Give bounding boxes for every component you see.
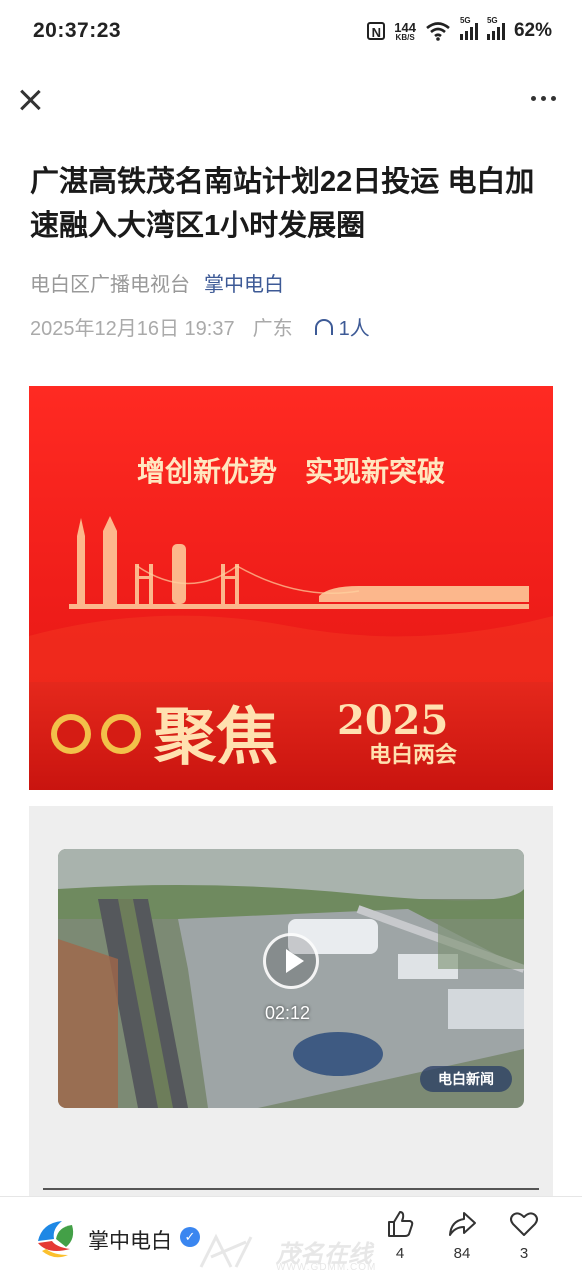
section-divider (43, 1188, 539, 1190)
heart-icon (510, 1212, 538, 1236)
play-icon[interactable] (263, 933, 319, 989)
banner-subtitle: 电白两会 (369, 742, 457, 768)
watermark-logo (199, 1233, 253, 1268)
publisher-logo[interactable] (32, 1215, 78, 1261)
status-bar: 20:37:23 N 144 KB/S 5G 5G 62% (0, 0, 582, 62)
headphones-icon (314, 318, 333, 335)
banner-year: 2025 (337, 697, 448, 744)
video-duration: 02:12 (265, 1003, 311, 1023)
banner-big-text: 聚焦 (153, 700, 278, 773)
favorite-count: 3 (519, 1245, 529, 1262)
battery-level: 62% (513, 20, 552, 41)
article-meta-row: 2025年12月16日 19:37 广东 1人 (30, 312, 370, 341)
article-source: 电白区广播电视台 (30, 274, 190, 296)
signal-icon-sim1: 5G (459, 16, 478, 40)
publisher-name[interactable]: 掌中电白 (88, 1225, 172, 1255)
more-options-icon[interactable] (531, 96, 556, 101)
top-bar (0, 82, 582, 122)
nfc-icon: N (367, 22, 386, 40)
article-location: 广东 (252, 318, 293, 340)
video-player[interactable]: 02:12 电白新闻 (58, 849, 524, 1108)
video-channel-logo: 电白新闻 (420, 1066, 512, 1092)
status-time: 20:37:23 (33, 19, 122, 42)
article-date: 2025年12月16日 19:37 (30, 318, 235, 340)
watermark-url: WWW.GDMM.COM (276, 1262, 377, 1273)
network-type-2: 5G (486, 16, 498, 25)
speed-value: 144 (394, 19, 416, 35)
article-title: 广湛高铁茂名南站计划22日投运 电白加速融入大湾区1小时发展圈 (30, 166, 535, 242)
banner-image: 增创新优势 实现新突破 聚焦 2025 电白两会 (29, 386, 553, 790)
banner-slogan: 增创新优势 实现新突破 (137, 455, 445, 488)
share-icon (449, 1212, 476, 1236)
wifi-icon (426, 22, 450, 41)
favorite-button[interactable]: 3 (502, 1209, 546, 1262)
account-link[interactable]: 掌中电白 (204, 274, 284, 296)
listen-count[interactable]: 1人 (314, 312, 370, 341)
watermark: 茂名在线 WWW.GDMM.COM (196, 1232, 396, 1276)
speed-unit: KB/S (395, 32, 415, 42)
share-button[interactable]: 84 (440, 1209, 484, 1262)
share-count: 84 (453, 1245, 471, 1262)
close-icon[interactable] (16, 86, 44, 114)
status-icons: N 144 KB/S 5G 5G 62% (367, 16, 552, 42)
article-source-row: 电白区广播电视台 掌中电白 (30, 268, 284, 297)
video-card: 02:12 电白新闻 (29, 806, 553, 1196)
network-type-1: 5G (459, 16, 471, 25)
listener-count: 1人 (338, 318, 370, 340)
signal-icon-sim2: 5G (486, 16, 505, 40)
network-speed: 144 KB/S (394, 21, 416, 42)
banner-graphic: 增创新优势 实现新突破 聚焦 2025 电白两会 (29, 386, 553, 790)
